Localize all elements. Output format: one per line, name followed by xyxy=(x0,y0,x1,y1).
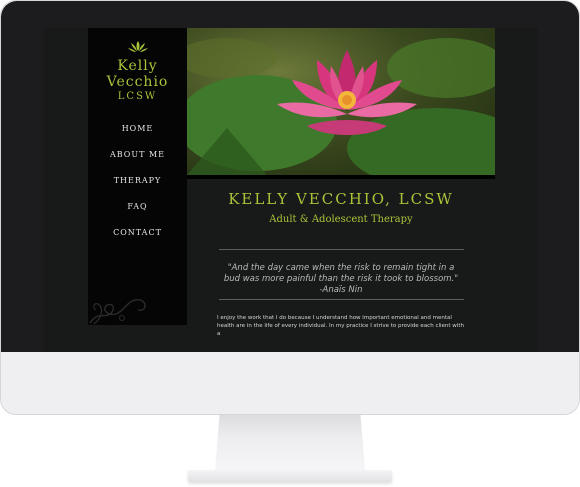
monitor-stand-base xyxy=(188,470,392,482)
nav-therapy[interactable]: THERAPY xyxy=(88,172,187,198)
lotus-hero-image xyxy=(187,28,495,175)
main-nav: HOME ABOUT ME THERAPY FAQ CONTACT xyxy=(88,120,187,250)
divider-top xyxy=(219,249,464,250)
site-sidebar: Kelly Vecchio LCSW HOME ABOUT ME THERAPY… xyxy=(88,28,187,325)
page-subtitle: Adult & Adolescent Therapy xyxy=(269,214,413,225)
nav-about-me[interactable]: ABOUT ME xyxy=(88,146,187,172)
logo-name-first[interactable]: Kelly xyxy=(88,58,187,75)
nav-contact[interactable]: CONTACT xyxy=(88,224,187,250)
quote-text: "And the day came when the risk to remai… xyxy=(223,263,459,295)
monitor: Kelly Vecchio LCSW HOME ABOUT ME THERAPY… xyxy=(0,0,580,415)
monitor-stand-neck xyxy=(215,415,365,470)
page-title: KELLY VECCHIO, LCSW xyxy=(228,190,454,208)
logo-name-last[interactable]: Vecchio xyxy=(88,74,187,91)
lotus-icon xyxy=(128,41,148,52)
divider-bottom xyxy=(219,299,464,300)
monitor-chin xyxy=(1,352,579,414)
swirl-ornament xyxy=(89,299,146,325)
nav-faq[interactable]: FAQ xyxy=(88,198,187,224)
main-content: KELLY VECCHIO, LCSW Adult & Adolescent T… xyxy=(187,179,495,352)
intro-paragraph: I enjoy the work that I do because I und… xyxy=(217,315,464,337)
logo-credential[interactable]: LCSW xyxy=(88,90,187,104)
nav-home[interactable]: HOME xyxy=(88,120,187,146)
website-screen: Kelly Vecchio LCSW HOME ABOUT ME THERAPY… xyxy=(44,28,538,352)
